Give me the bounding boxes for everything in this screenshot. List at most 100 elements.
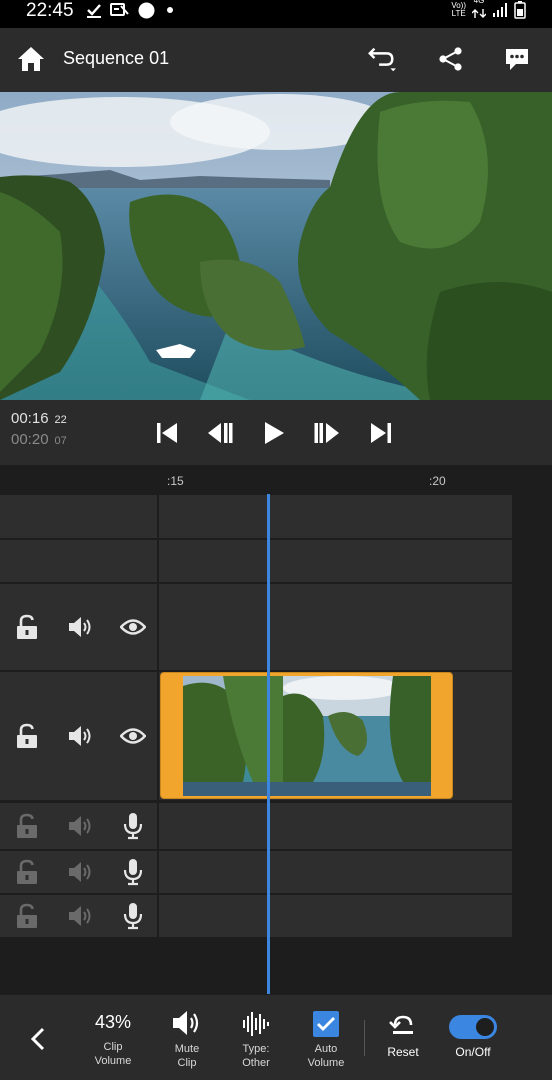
ruler-label-20: :20 <box>429 474 446 488</box>
empty-track <box>0 495 552 538</box>
clip-thumbnails <box>183 676 431 782</box>
track-header <box>0 540 157 582</box>
track-header <box>0 803 157 849</box>
home-button[interactable] <box>16 44 46 74</box>
status-time: 22:45 <box>26 0 74 21</box>
track-audio-toggle[interactable] <box>68 903 94 929</box>
type-label: Type: Other <box>242 1043 270 1069</box>
speaker-icon <box>69 816 91 836</box>
track-header <box>0 895 157 937</box>
current-timecode: 00:16 22 <box>11 410 67 427</box>
skip-to-start-button[interactable] <box>153 420 181 446</box>
step-back-button[interactable] <box>206 420 234 446</box>
track-body[interactable] <box>159 584 512 670</box>
unlock-icon <box>17 614 37 639</box>
step-back-icon <box>208 423 233 443</box>
mute-clip-label: Mute Clip <box>174 1043 200 1069</box>
vpn-icon <box>110 3 129 16</box>
track-visibility-toggle[interactable] <box>120 723 146 749</box>
transport-bar: 00:16 22 00:20 07 <box>0 400 552 465</box>
track-lock-toggle[interactable] <box>14 723 40 749</box>
track-audio-toggle[interactable] <box>68 614 94 640</box>
video-preview[interactable] <box>0 92 552 400</box>
auto-volume-checkbox[interactable]: Auto Volume <box>300 995 352 1080</box>
eye-icon <box>120 728 146 744</box>
selected-clip[interactable] <box>160 672 453 799</box>
video-track-2 <box>0 584 552 670</box>
share-button[interactable] <box>436 44 466 74</box>
volte-indicator: Vo)) LTE <box>451 1 466 18</box>
track-mic-toggle[interactable] <box>120 813 146 840</box>
data-arrows-icon <box>471 9 487 18</box>
step-forward-button[interactable] <box>313 420 341 446</box>
playhead[interactable] <box>267 494 270 994</box>
unlock-icon <box>17 859 37 884</box>
audio-track-1 <box>0 803 552 849</box>
play-icon <box>265 422 284 444</box>
speaker-icon <box>69 906 91 926</box>
preview-frame-image <box>0 92 552 400</box>
reset-label: Reset <box>387 1045 419 1059</box>
skip-to-start-icon <box>157 423 177 443</box>
timeline-ruler[interactable]: :15 :20 <box>0 465 552 495</box>
clip-volume-label: Clip Volume <box>94 1041 132 1067</box>
track-audio-toggle[interactable] <box>68 723 94 749</box>
onoff-label: On/Off <box>455 1045 491 1059</box>
ruler-label-15: :15 <box>167 474 184 488</box>
onoff-toggle[interactable]: On/Off <box>446 995 500 1080</box>
track-mic-toggle[interactable] <box>120 859 146 886</box>
share-icon <box>439 47 462 71</box>
toggle-knob <box>476 1018 494 1036</box>
battery-icon <box>514 1 526 19</box>
home-icon <box>18 47 44 71</box>
reset-button[interactable]: Reset <box>378 995 428 1080</box>
signal-icon <box>493 3 507 17</box>
track-lock-toggle[interactable] <box>14 813 40 839</box>
audio-track-2 <box>0 851 552 893</box>
track-body[interactable] <box>159 851 512 893</box>
audio-type-button[interactable]: Type: Other <box>230 995 282 1080</box>
undo-button[interactable] <box>366 44 396 74</box>
track-body[interactable] <box>159 803 512 849</box>
clip-volume-control[interactable]: 43% Clip Volume <box>82 995 144 1080</box>
skip-to-end-icon <box>371 423 391 443</box>
track-body[interactable] <box>159 895 512 937</box>
clip-audio-strip <box>183 782 431 796</box>
unlock-icon <box>17 723 37 748</box>
step-forward-icon <box>314 423 339 443</box>
track-mic-toggle[interactable] <box>120 903 146 930</box>
check-download-icon <box>87 4 101 18</box>
reset-icon <box>389 1015 413 1034</box>
speaker-icon <box>173 1011 199 1035</box>
unlock-icon <box>17 903 37 928</box>
feedback-icon <box>506 49 528 70</box>
toggle-switch <box>449 1015 497 1039</box>
back-button[interactable] <box>20 995 56 1080</box>
track-body[interactable] <box>159 540 512 582</box>
microphone-icon <box>123 903 143 930</box>
dot-icon <box>167 7 173 13</box>
duration-timecode: 00:20 07 <box>11 431 67 448</box>
mute-clip-button[interactable]: Mute Clip <box>160 995 214 1080</box>
unlock-icon <box>17 813 37 838</box>
track-lock-toggle[interactable] <box>14 614 40 640</box>
track-lock-toggle[interactable] <box>14 903 40 929</box>
play-button[interactable] <box>260 420 288 446</box>
app-header: Sequence 01 <box>0 28 552 92</box>
track-visibility-toggle[interactable] <box>120 614 146 640</box>
track-audio-toggle[interactable] <box>68 813 94 839</box>
track-body[interactable] <box>159 495 512 538</box>
track-audio-toggle[interactable] <box>68 859 94 885</box>
auto-volume-label: Auto Volume <box>307 1043 345 1069</box>
clip-volume-value: 43% <box>94 1012 132 1032</box>
speaker-icon <box>69 726 91 746</box>
waveform-icon <box>243 1012 269 1036</box>
status-bar: 22:45 Vo)) LTE 4G <box>0 0 552 28</box>
track-lock-toggle[interactable] <box>14 859 40 885</box>
feedback-button[interactable] <box>502 44 532 74</box>
circle-icon <box>138 2 155 18</box>
skip-to-end-button[interactable] <box>367 420 395 446</box>
audio-track-3 <box>0 895 552 937</box>
audio-toolbar: 43% Clip Volume Mute Clip Type: Other Au… <box>0 995 552 1080</box>
chevron-left-icon <box>30 1027 45 1051</box>
